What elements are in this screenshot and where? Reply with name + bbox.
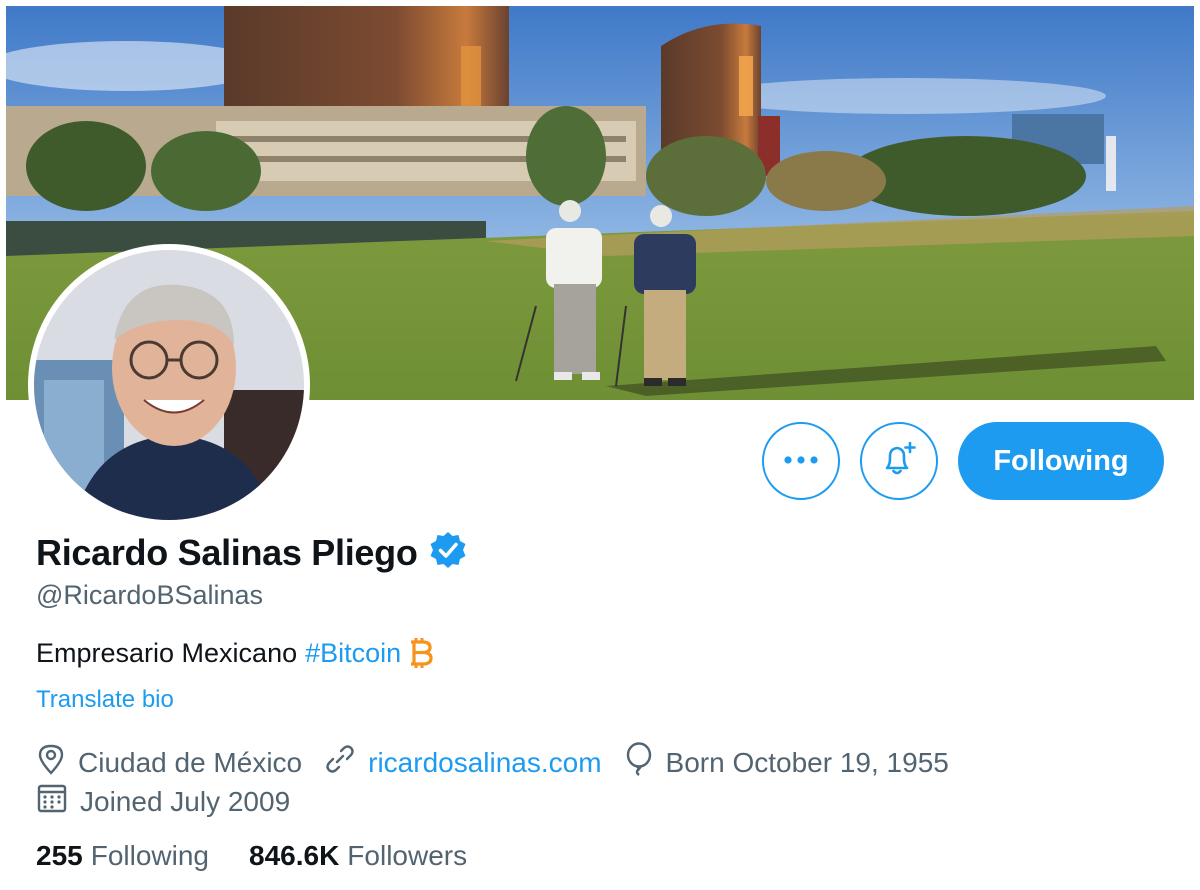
profile-stats: 255 Following 846.6K Followers [36,840,507,872]
joined-item: Joined July 2009 [36,782,290,821]
calendar-icon [36,782,68,821]
birthday-item: Born October 19, 1955 [624,742,949,783]
followers-stat-link[interactable]: 846.6K Followers [249,840,467,872]
profile-bio: Empresario Mexicano #Bitcoin [36,636,433,670]
bio-text: Empresario Mexicano [36,637,298,668]
following-label: Following [90,840,209,871]
display-name: Ricardo Salinas Pliego [36,531,418,573]
following-count: 255 [36,840,83,871]
verified-badge-icon [428,530,468,575]
following-stat-link[interactable]: 255 Following [36,840,209,872]
website-link[interactable]: ricardosalinas.com [368,747,601,779]
followers-label: Followers [347,840,468,871]
joined-row: Joined July 2009 [36,782,312,821]
profile-avatar[interactable] [28,244,310,526]
profile-actions: Following [762,422,1164,500]
link-icon [324,743,356,782]
bio-hashtag-link[interactable]: #Bitcoin [305,638,401,669]
location-item: Ciudad de México [36,743,302,782]
balloon-icon [624,742,654,783]
more-button[interactable] [762,422,840,500]
location-pin-icon [36,743,66,782]
bitcoin-icon [407,636,433,670]
website-item: ricardosalinas.com [324,743,602,782]
translate-bio-link[interactable]: Translate bio [36,686,174,714]
user-handle: @RicardoBSalinas [36,580,264,610]
notifications-button[interactable] [860,422,938,500]
more-icon [783,452,819,470]
birthday-text: Born October 19, 1955 [665,746,949,778]
joined-text: Joined July 2009 [80,785,291,817]
following-button[interactable]: Following [958,422,1164,500]
location-text: Ciudad de México [78,746,303,778]
bell-plus-icon [879,439,919,484]
followers-count: 846.6K [249,840,340,871]
profile-meta: Ciudad de México ricardosalinas.com Born… [36,742,971,783]
name-row: Ricardo Salinas Pliego [36,530,468,575]
